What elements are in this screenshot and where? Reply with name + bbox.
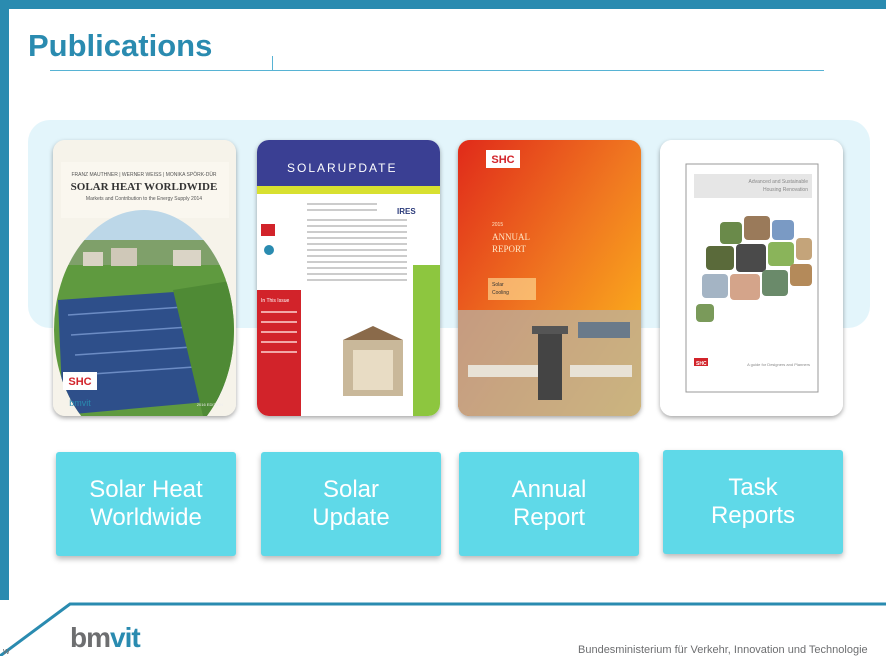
cover-annual-report[interactable]: SHC 2015 ANNUAL REPORT Solar Cooling xyxy=(458,140,641,416)
tile-1-line1: Solar Heat xyxy=(89,476,203,503)
cover-1-subtitle: Markets and Contribution to the Energy S… xyxy=(86,196,202,202)
cover-2-art: SOLARUPDATE In This Issue IRES xyxy=(257,140,440,416)
tile-solar-heat-worldwide[interactable]: Solar Heat Worldwide xyxy=(56,452,236,556)
cover-4-footer: A guide for Designers and Planners xyxy=(747,362,810,367)
title-underline xyxy=(50,70,824,71)
cover-solar-update[interactable]: SOLARUPDATE In This Issue IRES xyxy=(257,140,440,416)
bmvit-logo-part1: bm xyxy=(70,622,111,653)
tile-task-reports[interactable]: Task Reports xyxy=(663,450,843,554)
tile-3-line2: Report xyxy=(512,504,586,531)
cover-2-sidebar-heading: In This Issue xyxy=(261,298,289,304)
tile-1-line2: Worldwide xyxy=(90,504,202,531)
cover-3-shc-logo: SHC xyxy=(491,154,514,166)
tile-4-line2: Reports xyxy=(710,502,796,529)
tile-annual-report[interactable]: Annual Report xyxy=(459,452,639,556)
bmvit-logo-part2: vit xyxy=(110,622,141,653)
cover-3-year: 2015 xyxy=(492,222,503,228)
cover-4-shc-logo: SHC xyxy=(696,361,707,367)
title-tick-mark xyxy=(272,56,273,70)
tile-3-line1: Annual xyxy=(511,476,587,503)
tile-2-line2: Update xyxy=(312,504,390,531)
ministry-name: Bundesministerium für Verkehr, Innovatio… xyxy=(578,644,868,656)
left-frame-bar xyxy=(0,0,9,600)
footer-corner-text: w xyxy=(3,646,10,656)
cover-task-reports[interactable]: Advanced and Sustainable Housing Renovat… xyxy=(660,140,843,416)
cover-3-label-annual: ANNUAL xyxy=(492,232,530,242)
cover-1-bmvit-logo: bmvit xyxy=(69,398,91,408)
cover-solar-heat-worldwide[interactable]: FRANZ MAUTHNER | WERNER WEISS | MONIKA S… xyxy=(53,140,236,416)
cover-1-edition: 2016 EDITION xyxy=(197,402,223,407)
cover-2-badge: IRES xyxy=(397,207,416,216)
page-title: Publications xyxy=(28,28,213,63)
bmvit-logo: bmvit xyxy=(70,622,141,654)
cover-3-art: SHC 2015 ANNUAL REPORT Solar Cooling xyxy=(458,140,641,416)
cover-4-title-line2: Housing Renovation xyxy=(763,187,808,193)
cover-4-art: Advanced and Sustainable Housing Renovat… xyxy=(660,140,843,416)
cover-1-art: FRANZ MAUTHNER | WERNER WEISS | MONIKA S… xyxy=(53,140,236,416)
cover-4-title-line1: Advanced and Sustainable xyxy=(749,179,809,185)
cover-3-feature-cooling: Cooling xyxy=(492,290,509,296)
cover-3-feature-solar: Solar xyxy=(492,282,504,288)
cover-3-label-report: REPORT xyxy=(492,244,526,254)
tile-2-line1: Solar xyxy=(322,476,380,503)
cover-1-title: SOLAR HEAT WORLDWIDE xyxy=(71,181,218,193)
tile-solar-update[interactable]: Solar Update xyxy=(261,452,441,556)
cover-1-shc-logo: SHC xyxy=(68,376,91,388)
cover-2-title: SOLARUPDATE xyxy=(287,161,397,175)
tile-4-line1: Task xyxy=(728,474,778,501)
cover-1-authors: FRANZ MAUTHNER | WERNER WEISS | MONIKA S… xyxy=(71,171,216,178)
top-frame-bar xyxy=(0,0,886,9)
